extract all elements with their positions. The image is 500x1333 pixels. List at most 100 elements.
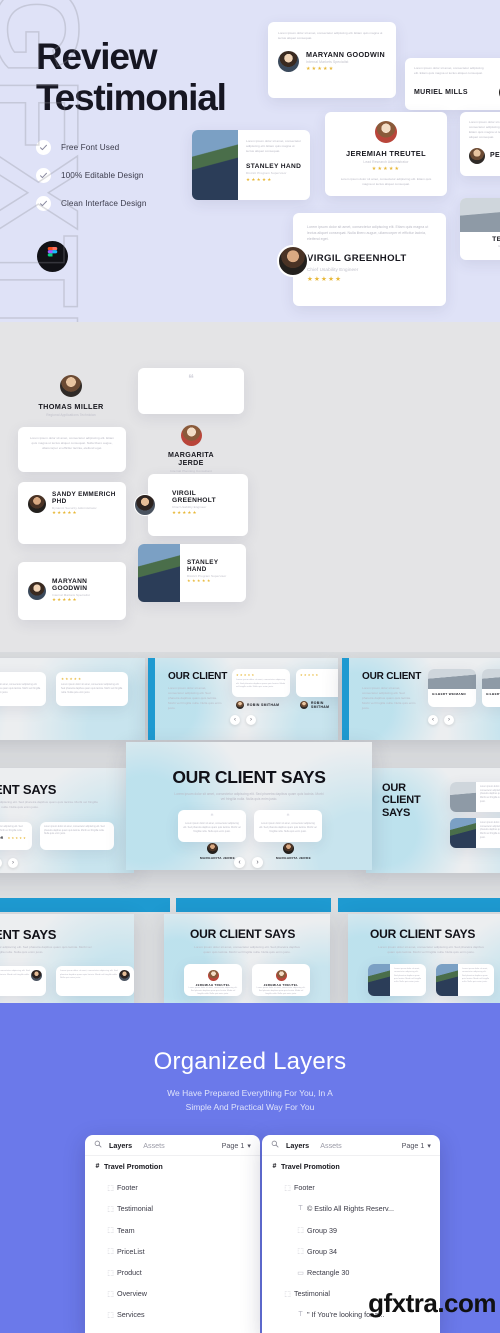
mockup-slide[interactable]: OUR CLIENT SAYS Lorem ipsum dolor sit am… [0,768,134,873]
layer-row[interactable]: ▭ Rectangle 30 [262,1262,440,1283]
layer-row[interactable]: T © Estilo All Rights Reserv... [262,1198,440,1219]
avatar [119,970,130,981]
client-photo [436,964,458,996]
mockup-slide[interactable]: OUR CLIENT Lorem ipsum dolor sit amet, c… [148,658,338,740]
tab-layers[interactable]: Layers [109,1141,132,1150]
client-role: Internal Planning Consultant [170,468,212,473]
mockup-paragraph: Lorem ipsum dolor sit amet, consectetur … [378,945,484,954]
mockup-card[interactable]: Lorem ipsum dolor sit amet, consectetur … [0,966,46,996]
feature-item-1: 100% Editable Design [36,168,147,183]
search-icon[interactable] [94,1140,102,1150]
mockup-card[interactable]: GILBERT WEIMANN [482,669,500,707]
client-name: SANDY EMMERICH PHD [52,491,116,505]
frame-icon: # [272,1163,277,1171]
mockup-slide[interactable]: OUR CLIENT SAYS Lorem ipsum dolor sit am… [348,914,500,1003]
testimonial-card[interactable]: Lorem ipsum dolor sit amet, consectetur … [460,112,500,176]
card-quote: Lorem ipsum dolor sit amet, consectetur … [60,970,118,980]
mockup-card[interactable]: Lorem ipsum dolor sit amet, consectetur … [368,964,426,996]
layer-row[interactable]: # Travel Promotion [85,1156,260,1177]
mockup-card[interactable]: ★★★★★ Lorem ipsum dolor sit amet, consec… [232,669,290,697]
layer-label: Footer [294,1183,315,1193]
layer-row[interactable]: ⬚ Services [85,1304,260,1325]
card-quote: Lorem ipsum dolor sit amet, consectetur … [246,139,302,153]
client-name: VIRGIL GREENHOLT [307,253,407,265]
layer-row[interactable]: ⬚ Product [85,1262,260,1283]
mockup-slide[interactable]: OUR CLIENT SAYS Lorem ipsum dolor sit am… [0,914,134,1003]
testimonial-card[interactable]: Lorem ipsum dolor sit amet, consectetur … [268,22,396,98]
client-role: Chief Usability Engineer [172,505,207,509]
card-quote: Lorem ipsum dolor sit amet, consectetur … [29,436,115,450]
client-name: TERI ROHAN [492,236,500,243]
mockup-card[interactable]: ★★★★★ Lorem ipsum dolor sit amet, consec… [56,672,128,706]
mockup-slide[interactable]: OUR CLIENT SAYS Lorem ipsum dolor sit am… [164,914,330,1003]
mockup-card[interactable]: ❝ Lorem ipsum dolor sit amet, consectetu… [254,810,322,842]
avatar [134,494,156,516]
layer-row[interactable]: ⬚ Group 34 [262,1241,440,1262]
prev-button[interactable]: ‹ [428,715,438,725]
mockup-card[interactable]: JEREMIAH TREUTEL Lorem ipsum dolor sit a… [184,964,242,996]
quote-icon: ❝ [188,373,194,385]
mockup-card[interactable]: Lorem ipsum dolor sit amet, consectetur … [436,964,494,996]
page-selector[interactable]: Page 1 ▾ [402,1141,431,1150]
testimonial-card[interactable]: STANLEY HAND District Program Supervisor… [138,544,246,602]
next-button[interactable]: › [8,858,18,868]
rectangle-icon: ▭ [297,1269,304,1277]
layer-row[interactable]: ⬚ Group 39 [262,1220,440,1241]
client-name: MURIEL MILLS [0,985,31,989]
layers-panel-left[interactable]: Layers Assets Page 1 ▾ # Travel Promotion… [85,1135,260,1333]
client-photo [138,544,180,602]
mockup-slide[interactable]: OUR CLIENT Lorem ipsum dolor sit amet, c… [342,658,500,740]
prev-button[interactable]: ‹ [230,715,240,725]
prev-button[interactable]: ‹ [0,858,2,868]
testimonial-card[interactable]: Lorem ipsum dolor sit amet, consectetur … [192,130,310,200]
mockup-heading: OUR CLIENT SAYS [370,927,476,941]
mockup-card[interactable]: Lorem ipsum dolor sit amet, consectetur … [56,966,134,996]
testimonial-card[interactable]: Lorem ipsum dolor sit amet, consectetur … [405,58,500,110]
layer-row[interactable]: # Travel Promotion [262,1156,440,1177]
mockup-card[interactable]: ★★★★★ [296,669,338,697]
testimonial-card[interactable]: JEREMIAH TREUTEL Lead Research Administr… [325,112,447,196]
layer-row[interactable]: ⬚ Team [85,1220,260,1241]
mockup-slide-featured[interactable]: OUR CLIENT SAYS Lorem ipsum dolor sit am… [126,742,372,870]
text-icon: T [298,1311,303,1319]
mockup-card[interactable]: Lorem ipsum dolor sit amet, consectetur … [450,818,500,848]
avatar [275,970,287,981]
mockup-heading: OUR CLIENT SAYS [0,782,57,797]
page-label: Page 1 [401,1140,425,1150]
testimonial-card[interactable]: VIRGIL GREENHOLT Chief Usability Enginee… [148,474,248,536]
testimonial-card[interactable]: SANDY EMMERICH PHD Dynamic Security Admi… [18,482,126,544]
mockup-card[interactable]: GILBERT WEIMANN [428,669,476,707]
search-icon[interactable] [271,1140,279,1150]
client-photo [450,782,476,812]
testimonial-card[interactable]: Lorem ipsum dolor sit amet, consectetur … [18,427,126,472]
mockup-card[interactable]: Lorem ipsum dolor sit amet, consectetur … [450,782,500,812]
testimonial-card[interactable]: MARYANN GOODWIN Internal Markets Special… [18,562,126,620]
client-role: Regional Applications Technician [46,412,96,417]
testimonial-card[interactable]: ❝ [138,368,244,414]
avatar [28,494,46,513]
prev-button[interactable]: ‹ [234,857,245,868]
tab-assets[interactable]: Assets [320,1141,342,1150]
layer-row[interactable]: ⬚ Footer [262,1177,440,1198]
tab-assets[interactable]: Assets [143,1141,165,1150]
next-button[interactable]: › [246,715,256,725]
card-quote: Lorem ipsum dolor sit amet, consectetur … [44,826,105,836]
mockup-card[interactable]: ★★★★★ Lorem ipsum dolor sit amet, consec… [0,672,46,706]
layer-row[interactable]: ⬚ Testimonial [85,1198,260,1219]
mockup-card[interactable]: ❝ Lorem ipsum dolor sit amet, consectetu… [178,810,246,842]
next-button[interactable]: › [252,857,263,868]
next-button[interactable]: › [444,715,454,725]
mockup-card[interactable]: JEREMIAH TREUTEL Lorem ipsum dolor sit a… [252,964,310,996]
layer-row[interactable]: ⬚ Footer [85,1177,260,1198]
page-selector[interactable]: Page 1 ▾ [222,1141,251,1150]
layer-row[interactable]: ⬚ Overview [85,1283,260,1304]
mockup-card[interactable]: Lorem ipsum dolor sit amet, consectetur … [40,822,114,850]
testimonial-card[interactable]: TERI ROHAN Global Security Liaison [460,198,500,260]
page-label: Page 1 [221,1140,245,1150]
mockup-slide[interactable]: OURCLIENTSAYS Lorem ipsum dolor sit amet… [366,768,500,873]
client-name: MARGARITA JERDE [276,856,311,860]
testimonial-card[interactable]: Lorem ipsum dolor sit amet, consectetur … [293,213,446,306]
tab-layers[interactable]: Layers [286,1141,309,1150]
layer-row[interactable]: ⬚ PriceList [85,1241,260,1262]
mockup-slide[interactable]: OUR CLIENT Lorem ipsum dolor sit amet, c… [0,658,145,740]
